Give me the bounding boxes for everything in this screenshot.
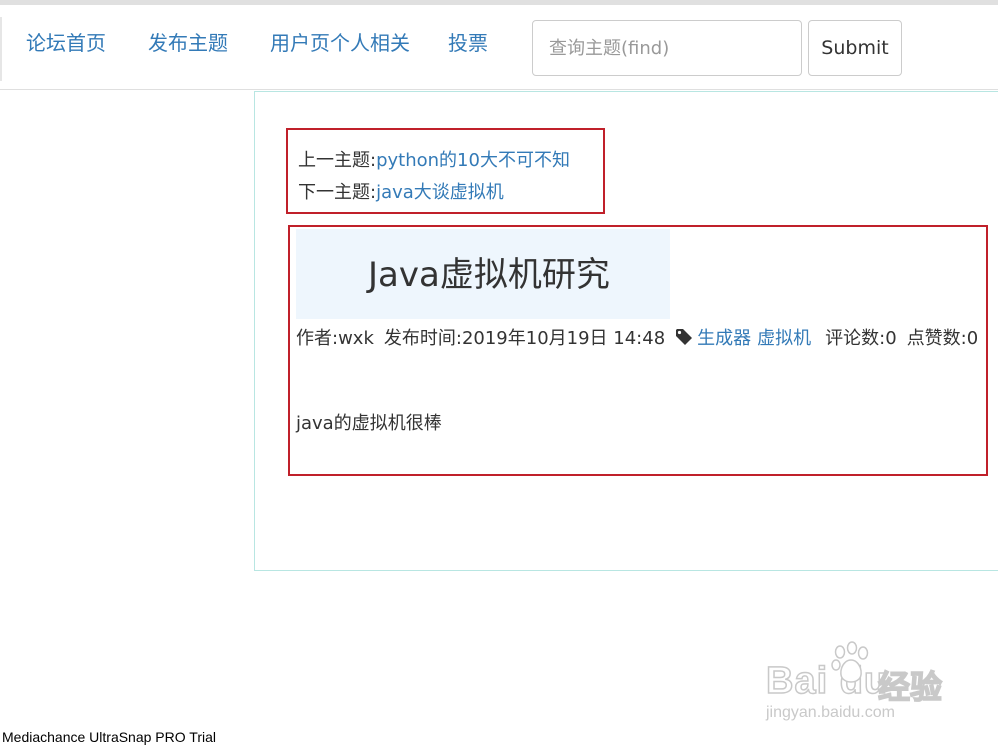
- article-published-time: 发布时间:2019年10月19日 14:48: [383, 328, 666, 349]
- next-topic-label: 下一主题:: [298, 182, 377, 203]
- baidu-paw-icon: [831, 641, 869, 683]
- article-title: Java虚拟机研究: [368, 255, 610, 295]
- baidu-jingyan-watermark: Bai du 经验 jingyan.baidu.com: [762, 640, 952, 730]
- baidu-logo-jingyan: 经验: [877, 667, 943, 707]
- nav-link-forum-home[interactable]: 论坛首页: [26, 27, 106, 56]
- tag-link-generator[interactable]: 生成器: [697, 328, 751, 349]
- nav-link-vote[interactable]: 投票: [448, 27, 488, 56]
- navbar: 论坛首页 发布主题 用户页个人相关 投票 Submit: [0, 5, 998, 90]
- prev-topic-label: 上一主题:: [298, 150, 377, 171]
- baidu-logo-url: jingyan.baidu.com: [766, 704, 895, 721]
- next-topic-row: 下一主题:java大谈虚拟机: [298, 178, 504, 204]
- search-input[interactable]: [532, 20, 802, 76]
- navbar-edge: [0, 17, 2, 81]
- tag-icon: [676, 329, 693, 345]
- tag-link-jvm[interactable]: 虚拟机: [757, 328, 811, 349]
- prev-topic-link[interactable]: python的10大不可不知: [376, 150, 570, 171]
- article-title-bar: Java虚拟机研究: [296, 229, 670, 319]
- nav-link-user-page[interactable]: 用户页个人相关: [270, 27, 410, 56]
- comment-count: 评论数:0: [825, 328, 897, 349]
- trial-watermark: Mediachance UltraSnap PRO Trial: [2, 729, 216, 745]
- submit-button[interactable]: Submit: [808, 20, 902, 76]
- article-body: java的虚拟机很棒: [296, 413, 442, 434]
- article: Java虚拟机研究 作者:wxk 发布时间:2019年10月19日 14:48 生成…: [288, 225, 988, 476]
- like-count: 点赞数:0: [906, 328, 979, 349]
- article-meta: 作者:wxk 发布时间:2019年10月19日 14:48 生成器 虚拟机 评论数:0 点…: [296, 324, 986, 350]
- topic-navigation: 上一主题:python的10大不可不知 下一主题:java大谈虚拟机: [286, 128, 605, 214]
- prev-topic-row: 上一主题:python的10大不可不知: [298, 146, 570, 172]
- nav-link-post-topic[interactable]: 发布主题: [148, 27, 228, 56]
- next-topic-link[interactable]: java大谈虚拟机: [376, 182, 504, 203]
- article-author: 作者:wxk: [296, 328, 374, 349]
